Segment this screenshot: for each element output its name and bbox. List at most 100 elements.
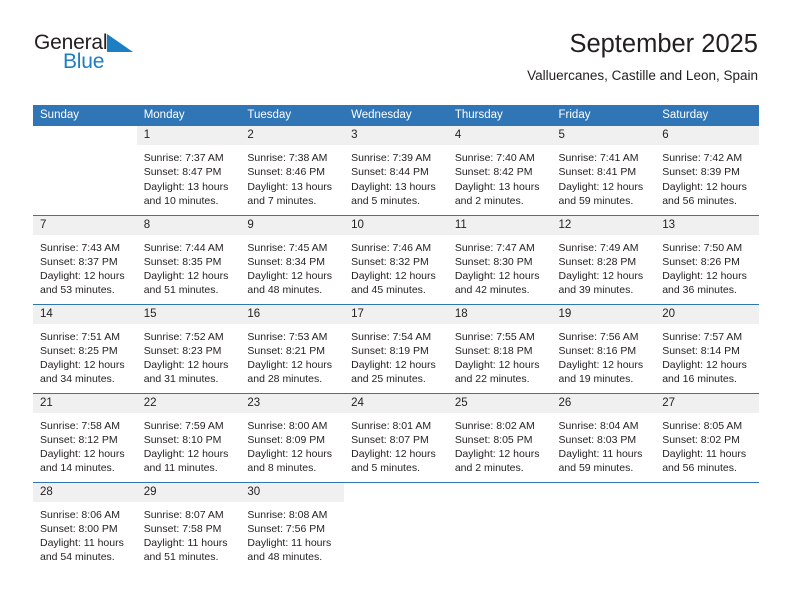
day-details: Sunrise: 8:05 AM Sunset: 8:02 PM Daylight:… bbox=[655, 413, 759, 476]
day-details: Sunrise: 7:42 AM Sunset: 8:39 PM Daylight:… bbox=[655, 145, 759, 208]
calendar-week-row: 21 Sunrise: 7:58 AM Sunset: 8:12 PM Dayligh… bbox=[33, 392, 759, 482]
day-sunrise-text: Sunrise: 7:41 AM bbox=[558, 152, 639, 164]
calendar-day-cell[interactable]: 9 Sunrise: 7:45 AM Sunset: 8:34 PM Daylight… bbox=[240, 214, 345, 304]
day-daylight-line-text: and 39 minutes. bbox=[558, 284, 634, 297]
day-details: Sunrise: 7:38 AM Sunset: 8:46 PM Daylight:… bbox=[240, 145, 344, 208]
day-details: Sunrise: 7:52 AM Sunset: 8:23 PM Daylight:… bbox=[137, 324, 241, 387]
day-number: 21 bbox=[33, 393, 137, 413]
day-sunset-text: Sunset: 8:30 PM bbox=[454, 255, 533, 268]
calendar-day-cell[interactable]: 18 Sunrise: 7:55 AM Sunset: 8:18 PM Dayligh… bbox=[447, 303, 552, 393]
day-sunrise-text: Sunrise: 7:38 AM bbox=[247, 152, 328, 164]
day-sunrise-text: Sunrise: 7:46 AM bbox=[351, 241, 432, 254]
day-details: Sunrise: 7:37 AM Sunset: 8:47 PM Daylight:… bbox=[137, 145, 241, 208]
day-daylight-line-text: Daylight: 13 hours bbox=[351, 180, 436, 193]
calendar-day-cell[interactable]: 6 Sunrise: 7:42 AM Sunset: 8:39 PM Daylight… bbox=[655, 126, 759, 215]
day-number: 2 bbox=[240, 126, 345, 145]
day-daylight-line-text: and 19 minutes. bbox=[558, 373, 634, 386]
day-number: 1 bbox=[136, 126, 241, 145]
calendar-day-cell[interactable]: 28 Sunrise: 8:06 AM Sunset: 8:00 PM Dayligh… bbox=[33, 481, 137, 571]
day-number: 3 bbox=[344, 126, 448, 145]
day-details: Sunrise: 7:59 AM Sunset: 8:10 PM Daylight:… bbox=[137, 413, 241, 476]
calendar-day-cell[interactable]: 25 Sunrise: 8:02 AM Sunset: 8:05 PM Dayligh… bbox=[447, 392, 552, 482]
day-daylight-line-text: Daylight: 12 hours bbox=[247, 359, 333, 372]
calendar-day-cell[interactable]: 1 Sunrise: 7:37 AM Sunset: 8:47 PM Daylight… bbox=[136, 126, 241, 215]
day-daylight-line-text: Daylight: 11 hours bbox=[662, 448, 747, 461]
calendar-day-cell[interactable]: 27 Sunrise: 8:05 AM Sunset: 8:02 PM Dayligh… bbox=[655, 392, 759, 482]
day-number bbox=[655, 482, 759, 502]
day-daylight-line-text: and 36 minutes. bbox=[662, 284, 737, 297]
day-number: 12 bbox=[551, 215, 656, 235]
day-sunrise-text: Sunrise: 7:40 AM bbox=[454, 152, 535, 164]
calendar-day-cell[interactable]: 29 Sunrise: 8:07 AM Sunset: 7:58 PM Dayligh… bbox=[136, 481, 241, 571]
day-daylight-line-text: Daylight: 12 hours bbox=[558, 270, 644, 283]
day-sunset-text: Sunset: 8:14 PM bbox=[662, 344, 740, 357]
calendar-day-cell[interactable]: 26 Sunrise: 8:04 AM Sunset: 8:03 PM Dayligh… bbox=[551, 392, 656, 482]
day-details: Sunrise: 7:41 AM Sunset: 8:41 PM Daylight:… bbox=[552, 145, 656, 208]
day-daylight-line-text: Daylight: 12 hours bbox=[143, 270, 229, 283]
day-number bbox=[447, 482, 552, 502]
calendar-day-cell[interactable]: 21 Sunrise: 7:58 AM Sunset: 8:12 PM Dayligh… bbox=[33, 392, 137, 482]
calendar-day-cell[interactable]: 15 Sunrise: 7:52 AM Sunset: 8:23 PM Dayligh… bbox=[136, 303, 241, 393]
calendar-day-cell[interactable]: 24 Sunrise: 8:01 AM Sunset: 8:07 PM Dayligh… bbox=[344, 392, 448, 482]
calendar-page: General Blue September 2025 Valluercanes… bbox=[0, 0, 792, 612]
calendar-day-cell[interactable]: 7 Sunrise: 7:43 AM Sunset: 8:37 PM Daylight… bbox=[33, 214, 137, 304]
day-daylight-line-text: and 34 minutes. bbox=[40, 373, 115, 386]
day-number: 26 bbox=[551, 393, 656, 413]
day-sunrise-text: Sunrise: 7:47 AM bbox=[454, 241, 535, 254]
calendar-day-cell[interactable]: 5 Sunrise: 7:41 AM Sunset: 8:41 PM Daylight… bbox=[551, 126, 656, 215]
day-daylight-line-text: and 2 minutes. bbox=[454, 194, 524, 207]
calendar-day-cell[interactable]: 16 Sunrise: 7:53 AM Sunset: 8:21 PM Dayligh… bbox=[240, 303, 345, 393]
calendar-body: 1 Sunrise: 7:37 AM Sunset: 8:47 PM Daylight… bbox=[33, 126, 759, 571]
day-sunset-text: Sunset: 8:41 PM bbox=[558, 166, 637, 179]
day-daylight-line-text: Daylight: 12 hours bbox=[40, 448, 125, 461]
calendar-day-cell[interactable]: 4 Sunrise: 7:40 AM Sunset: 8:42 PM Daylight… bbox=[447, 126, 552, 215]
day-sunrise-text: Sunrise: 8:05 AM bbox=[662, 419, 743, 432]
day-daylight-line-text: and 48 minutes. bbox=[247, 551, 323, 564]
day-daylight-line-text: Daylight: 12 hours bbox=[454, 359, 540, 372]
day-daylight-line-text: Daylight: 12 hours bbox=[143, 448, 229, 461]
calendar-day-cell[interactable]: 10 Sunrise: 7:46 AM Sunset: 8:32 PM Dayligh… bbox=[344, 214, 448, 304]
calendar-day-cell[interactable]: 14 Sunrise: 7:51 AM Sunset: 8:25 PM Dayligh… bbox=[33, 303, 137, 393]
day-daylight-line-text: Daylight: 12 hours bbox=[40, 270, 125, 283]
calendar-week-row: 14 Sunrise: 7:51 AM Sunset: 8:25 PM Dayligh… bbox=[33, 303, 759, 393]
day-sunrise-text: Sunrise: 7:59 AM bbox=[143, 419, 224, 432]
calendar-table: Sunday Monday Tuesday Wednesday Thursday Frid… bbox=[33, 105, 759, 571]
day-daylight-line-text: and 53 minutes. bbox=[40, 284, 115, 297]
day-sunrise-text: Sunrise: 7:51 AM bbox=[40, 330, 120, 343]
day-sunrise-text: Sunrise: 7:45 AM bbox=[247, 241, 328, 254]
calendar-day-cell[interactable]: 11 Sunrise: 7:47 AM Sunset: 8:30 PM Dayligh… bbox=[447, 214, 552, 304]
calendar-day-cell[interactable]: 2 Sunrise: 7:38 AM Sunset: 8:46 PM Daylight… bbox=[240, 126, 345, 215]
day-details: Sunrise: 7:46 AM Sunset: 8:32 PM Daylight:… bbox=[344, 235, 448, 298]
calendar-day-cell[interactable]: 22 Sunrise: 7:59 AM Sunset: 8:10 PM Dayligh… bbox=[136, 392, 241, 482]
title-block: September 2025 Valluercanes, Castille an… bbox=[527, 30, 758, 85]
calendar-day-cell[interactable]: 13 Sunrise: 7:50 AM Sunset: 8:26 PM Dayligh… bbox=[655, 214, 759, 304]
calendar-day-cell[interactable]: 30 Sunrise: 8:08 AM Sunset: 7:56 PM Dayligh… bbox=[240, 481, 345, 571]
calendar-cell-empty bbox=[551, 481, 656, 571]
calendar-day-cell[interactable]: 19 Sunrise: 7:56 AM Sunset: 8:16 PM Dayligh… bbox=[551, 303, 656, 393]
calendar-day-cell[interactable]: 12 Sunrise: 7:49 AM Sunset: 8:28 PM Dayligh… bbox=[551, 214, 656, 304]
day-sunset-text: Sunset: 8:23 PM bbox=[143, 344, 222, 357]
calendar-day-cell[interactable]: 20 Sunrise: 7:57 AM Sunset: 8:14 PM Dayligh… bbox=[655, 303, 759, 393]
day-daylight-line-text: and 51 minutes. bbox=[143, 551, 219, 564]
day-sunrise-text: Sunrise: 7:52 AM bbox=[143, 330, 224, 343]
day-details: Sunrise: 7:57 AM Sunset: 8:14 PM Daylight:… bbox=[655, 324, 759, 387]
calendar-day-cell[interactable]: 17 Sunrise: 7:54 AM Sunset: 8:19 PM Dayligh… bbox=[344, 303, 448, 393]
calendar-day-cell[interactable]: 23 Sunrise: 8:00 AM Sunset: 8:09 PM Dayligh… bbox=[240, 392, 345, 482]
day-daylight-line-text: Daylight: 13 hours bbox=[454, 180, 540, 193]
day-daylight-line-text: Daylight: 12 hours bbox=[662, 180, 747, 193]
day-number: 5 bbox=[551, 126, 656, 145]
day-number: 4 bbox=[447, 126, 552, 145]
day-daylight-line-text: and 8 minutes. bbox=[247, 462, 317, 475]
calendar-day-cell[interactable]: 3 Sunrise: 7:39 AM Sunset: 8:44 PM Daylight… bbox=[344, 126, 448, 215]
weekday-header-row: Sunday Monday Tuesday Wednesday Thursday Frid… bbox=[33, 105, 759, 126]
day-details: Sunrise: 7:45 AM Sunset: 8:34 PM Daylight:… bbox=[240, 235, 344, 298]
day-number bbox=[551, 482, 656, 502]
calendar-week-row: 1 Sunrise: 7:37 AM Sunset: 8:47 PM Daylight… bbox=[33, 126, 759, 215]
day-details: Sunrise: 8:02 AM Sunset: 8:05 PM Daylight:… bbox=[448, 413, 552, 476]
calendar-day-cell[interactable]: 8 Sunrise: 7:44 AM Sunset: 8:35 PM Daylight… bbox=[136, 214, 241, 304]
day-number: 22 bbox=[136, 393, 241, 413]
day-number: 14 bbox=[33, 304, 137, 324]
day-sunrise-text: Sunrise: 8:01 AM bbox=[351, 419, 432, 432]
logo-text-general-row: General bbox=[34, 32, 154, 54]
day-sunset-text: Sunset: 8:25 PM bbox=[40, 344, 118, 357]
